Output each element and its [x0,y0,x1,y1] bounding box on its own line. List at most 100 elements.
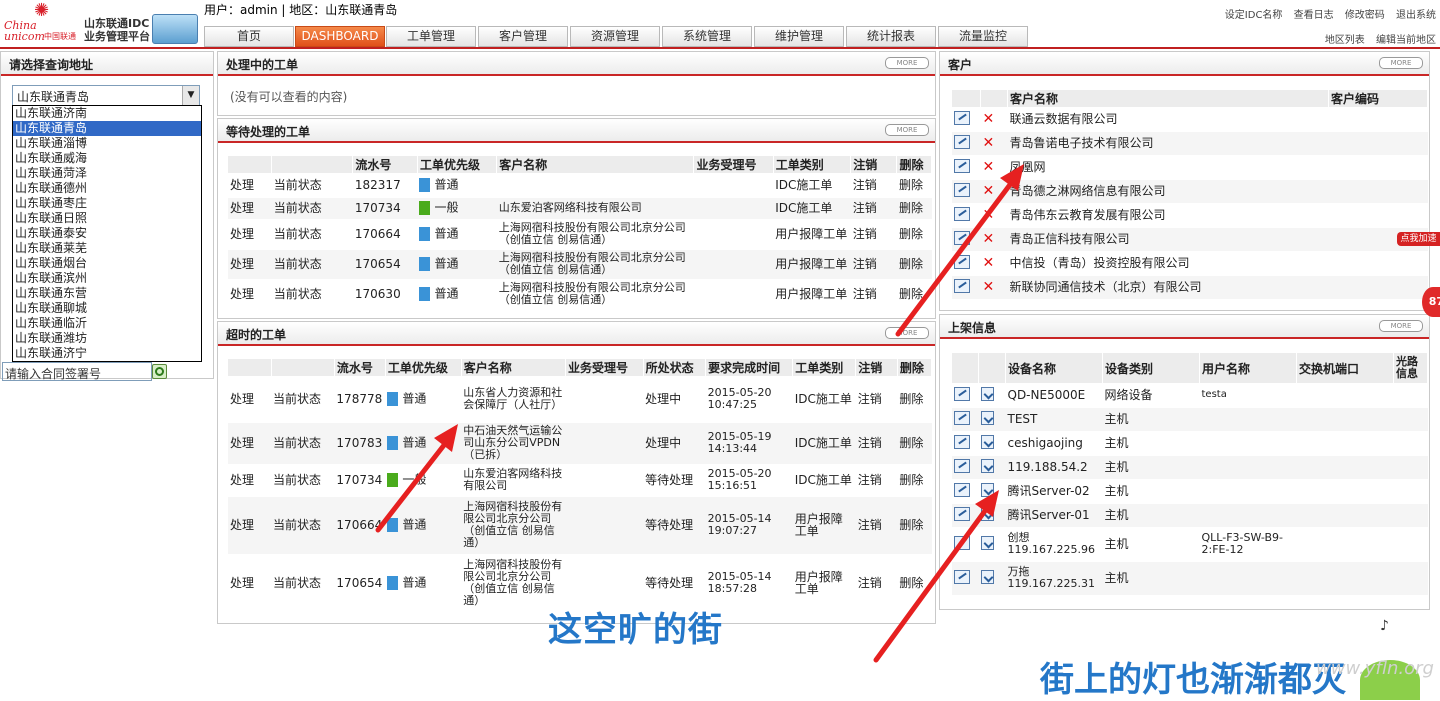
process-link[interactable]: 处理 [228,249,272,280]
search-icon[interactable] [152,364,167,379]
delete-icon[interactable]: ✕ [980,131,1008,156]
more-button[interactable]: MORE [1379,320,1423,332]
cancel-link[interactable]: 注销 [850,249,897,280]
delete-icon[interactable]: ✕ [980,275,1008,300]
region-option[interactable]: 山东联通泰安 [13,226,201,241]
download-icon[interactable] [978,561,1006,596]
region-option[interactable]: 山东联通烟台 [13,256,201,271]
region-select[interactable]: 山东联通青岛 ▼ [12,85,200,106]
more-button[interactable]: MORE [1379,57,1423,69]
tab-maintenance[interactable]: 维护管理 [754,26,844,47]
customer-name[interactable]: 中信投（青岛）投资控股有限公司 [1007,251,1329,276]
status-link[interactable]: 当前状态 [271,376,335,423]
more-button[interactable]: MORE [885,327,929,339]
region-option[interactable]: 山东联通临沂 [13,316,201,331]
customer-name[interactable]: 青岛正信科技有限公司 [1007,227,1329,252]
link-edit-region[interactable]: 编辑当前地区 [1376,35,1436,46]
region-option[interactable]: 山东联通滨州 [13,271,201,286]
download-icon[interactable] [978,407,1006,432]
edit-icon[interactable] [952,227,981,252]
delete-link[interactable]: 删除 [897,464,932,497]
region-option[interactable]: 山东联通聊城 [13,301,201,316]
delete-icon[interactable]: ✕ [980,251,1008,276]
customer-name[interactable]: 新联协同通信技术（北京）有限公司 [1007,275,1329,300]
region-option[interactable]: 山东联通济南 [13,106,201,121]
customer-name[interactable]: 青岛鲁诺电子技术有限公司 [1007,131,1329,156]
cancel-link[interactable]: 注销 [855,554,898,613]
process-link[interactable]: 处理 [228,376,272,423]
tab-system-management[interactable]: 系统管理 [662,26,752,47]
delete-link[interactable]: 删除 [896,219,932,250]
delete-icon[interactable]: ✕ [980,203,1008,228]
cancel-link[interactable]: 注销 [850,219,897,250]
edit-icon[interactable] [952,407,979,432]
edit-icon[interactable] [952,431,979,456]
edit-icon[interactable] [952,561,979,596]
status-link[interactable]: 当前状态 [271,173,353,198]
status-link[interactable]: 当前状态 [271,279,353,310]
delete-link[interactable]: 删除 [896,173,932,198]
download-icon[interactable] [978,527,1006,562]
edit-icon[interactable] [952,179,981,204]
status-link[interactable]: 当前状态 [271,422,335,465]
tab-home[interactable]: 首页 [204,26,294,47]
delete-link[interactable]: 删除 [896,279,932,310]
region-option[interactable]: 山东联通日照 [13,211,201,226]
tab-dashboard[interactable]: DASHBOARD [295,26,385,47]
process-link[interactable]: 处理 [228,464,272,497]
download-icon[interactable] [978,455,1006,480]
speed-ball[interactable]: 87 [1422,287,1440,317]
status-link[interactable]: 当前状态 [271,219,353,250]
link-view-log[interactable]: 查看日志 [1294,10,1334,21]
link-set-idc-name[interactable]: 设定IDC名称 [1225,10,1283,21]
process-link[interactable]: 处理 [228,422,272,465]
status-link[interactable]: 当前状态 [271,496,335,555]
delete-icon[interactable]: ✕ [980,107,1008,132]
delete-link[interactable]: 删除 [896,249,932,280]
edit-icon[interactable] [952,527,979,562]
region-option[interactable]: 山东联通淄博 [13,136,201,151]
customer-name[interactable]: 青岛伟东云教育发展有限公司 [1007,203,1329,228]
status-link[interactable]: 当前状态 [271,197,353,220]
cancel-link[interactable]: 注销 [855,496,898,555]
delete-link[interactable]: 删除 [897,554,932,613]
cancel-link[interactable]: 注销 [850,197,897,220]
link-region-list[interactable]: 地区列表 [1325,35,1365,46]
edit-icon[interactable] [952,203,981,228]
delete-icon[interactable]: ✕ [980,227,1008,252]
edit-icon[interactable] [952,107,981,132]
delete-icon[interactable]: ✕ [980,179,1008,204]
process-link[interactable]: 处理 [228,554,272,613]
status-link[interactable]: 当前状态 [271,249,353,280]
region-option[interactable]: 山东联通济宁 [13,346,201,361]
more-button[interactable]: MORE [885,57,929,69]
status-link[interactable]: 当前状态 [271,464,335,497]
download-icon[interactable] [978,383,1006,408]
region-option[interactable]: 山东联通潍坊 [13,331,201,346]
tab-customer-management[interactable]: 客户管理 [478,26,568,47]
delete-link[interactable]: 删除 [897,422,932,465]
speed-up-badge[interactable]: 点我加速 [1397,232,1440,246]
tab-resource-management[interactable]: 资源管理 [570,26,660,47]
region-option[interactable]: 山东联通菏泽 [13,166,201,181]
edit-icon[interactable] [952,251,981,276]
cancel-link[interactable]: 注销 [855,422,898,465]
process-link[interactable]: 处理 [228,496,272,555]
edit-icon[interactable] [952,275,981,300]
chevron-down-icon[interactable]: ▼ [182,86,199,105]
process-link[interactable]: 处理 [228,173,272,198]
customer-name[interactable]: 青岛德之淋网络信息有限公司 [1007,179,1329,204]
process-link[interactable]: 处理 [228,197,272,220]
edit-icon[interactable] [952,455,979,480]
region-option[interactable]: 山东联通威海 [13,151,201,166]
cancel-link[interactable]: 注销 [850,279,897,310]
region-option[interactable]: 山东联通枣庄 [13,196,201,211]
region-option[interactable]: 山东联通莱芜 [13,241,201,256]
cancel-link[interactable]: 注销 [855,464,898,497]
download-icon[interactable] [978,431,1006,456]
region-option[interactable]: 山东联通德州 [13,181,201,196]
link-logout[interactable]: 退出系统 [1396,10,1436,21]
process-link[interactable]: 处理 [228,219,272,250]
delete-link[interactable]: 删除 [896,197,932,220]
more-button[interactable]: MORE [885,124,929,136]
